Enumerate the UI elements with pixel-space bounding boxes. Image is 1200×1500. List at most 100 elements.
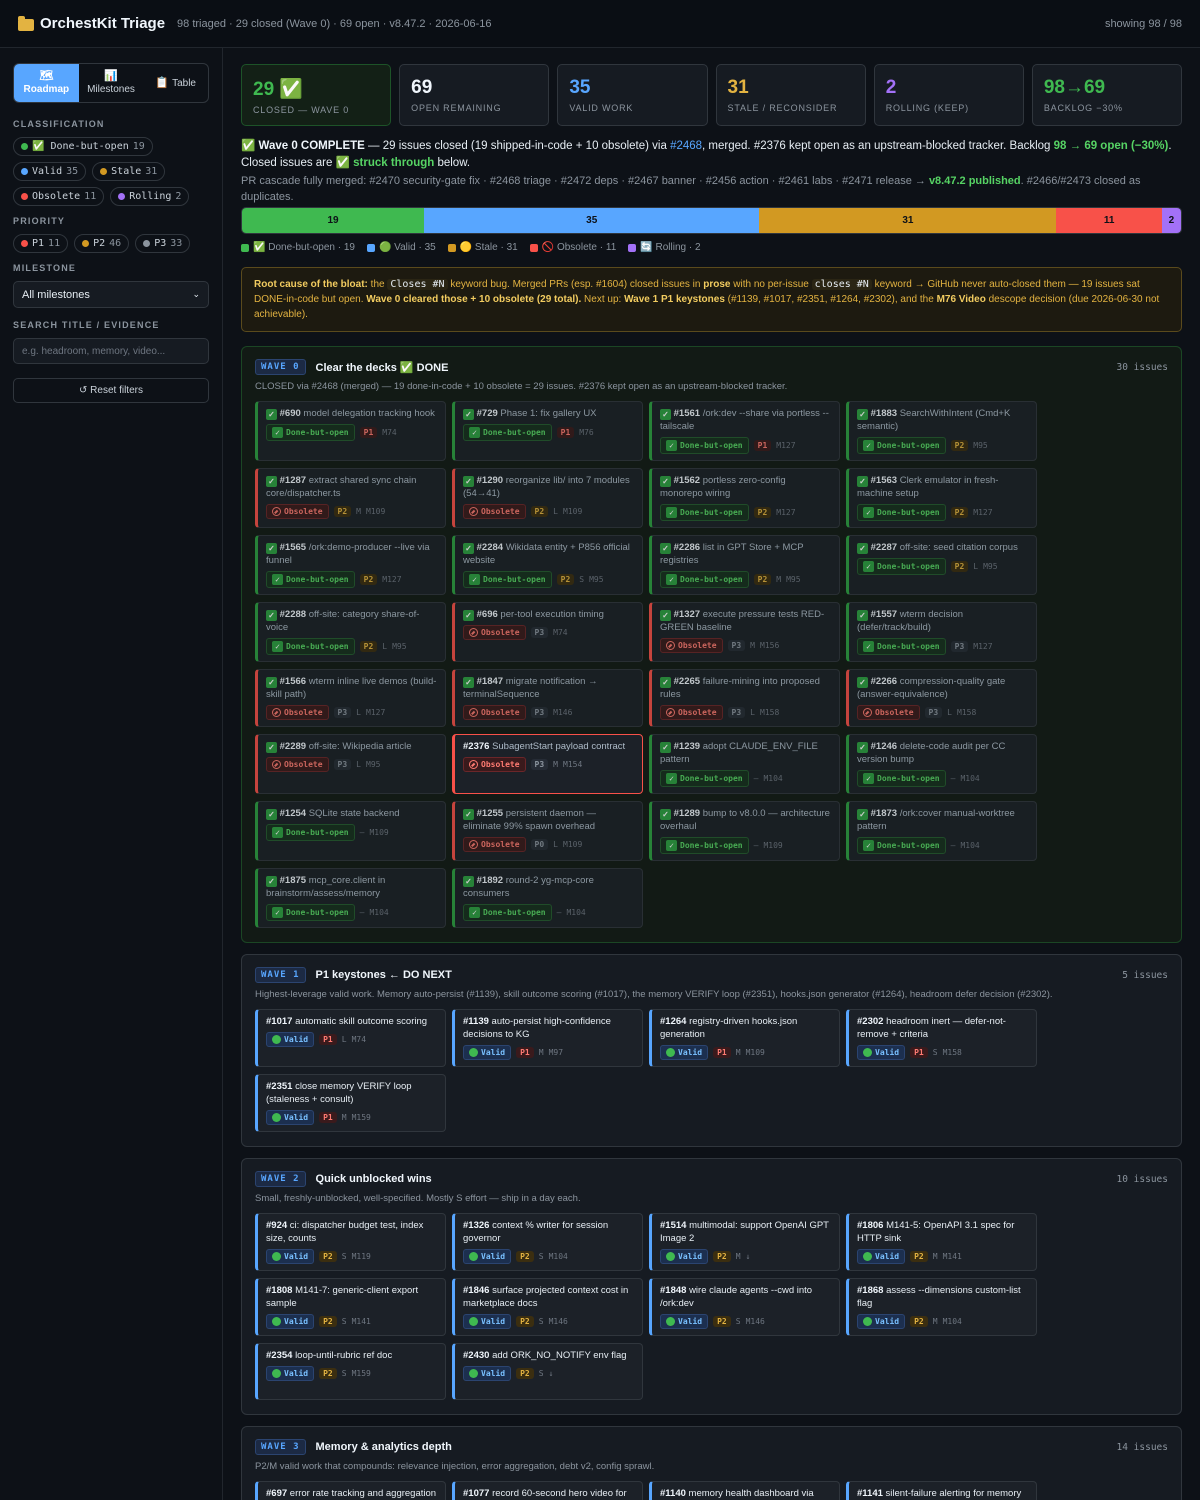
issue-card[interactable]: ✓ #1289 bump to v8.0.0 — architecture ov…: [649, 801, 840, 861]
issue-card[interactable]: ✓ #1254 SQLite state backend ✓ Done-but-op…: [255, 801, 446, 861]
issue-card[interactable]: ✓ #1561 /ork:dev --share via portless --…: [649, 401, 840, 461]
issue-meta: ✓ Done-but-open P2 M127: [660, 504, 831, 521]
showing-count: showing 98 / 98: [1104, 17, 1182, 30]
issue-meta: Obsolete P3 M M156: [660, 638, 831, 653]
issue-card[interactable]: ✓ #1566 wterm inline live demos (build-s…: [255, 669, 446, 727]
issue-card[interactable]: ✓ #2287 off-site: seed citation corpus ✓ D…: [846, 535, 1037, 595]
issue-meta: Valid P2 M M104: [857, 1314, 1028, 1329]
classification-chip[interactable]: ✅ Done-but-open 19: [13, 137, 153, 156]
issue-card[interactable]: ✓ #2265 failure-mining into proposed rul…: [649, 669, 840, 727]
issue-card[interactable]: #2430 add ORK_NO_NOTIFY env flag Valid P2 S…: [452, 1343, 643, 1400]
issue-card[interactable]: ✓ #2266 compression-quality gate (answer…: [846, 669, 1037, 727]
issue-card[interactable]: ✓ #2289 off-site: Wikipedia article Obsol…: [255, 734, 446, 794]
issue-cards: #697 error rate tracking and aggregation…: [255, 1481, 1168, 1500]
milestone-select[interactable]: All milestones ⌄: [13, 281, 209, 308]
distribution-legend: ✅ Done-but-open · 19 🟢 Valid · 35 🟡 Stale …: [241, 242, 1182, 253]
milestone-label: M74: [553, 628, 568, 637]
classification-chip[interactable]: Obsolete 11: [13, 187, 105, 206]
issue-card[interactable]: ✓ #696 per-tool execution timing Obsolete…: [452, 602, 643, 662]
status-badge: Valid: [266, 1314, 315, 1329]
issue-card[interactable]: #2302 headroom inert — defer-not-remove …: [846, 1009, 1037, 1067]
issue-card[interactable]: #697 error rate tracking and aggregation…: [255, 1481, 446, 1500]
issue-card[interactable]: ✓ #2288 off-site: category share-of-voic…: [255, 602, 446, 662]
issue-card[interactable]: #1141 silent-failure alerting for memory…: [846, 1481, 1037, 1500]
issue-card[interactable]: #1514 multimodal: support OpenAI GPT Ima…: [649, 1213, 840, 1271]
issue-meta: Valid P2 S ↓: [463, 1366, 634, 1381]
classification-chip[interactable]: Rolling 2: [110, 187, 190, 206]
issue-card[interactable]: #1264 registry-driven hooks.json generat…: [649, 1009, 840, 1067]
issue-card[interactable]: ✓ #1287 extract shared sync chain core/d…: [255, 468, 446, 528]
issue-card[interactable]: #1017 automatic skill outcome scoring Val…: [255, 1009, 446, 1067]
milestone-label: M109: [745, 1048, 765, 1057]
milestone-label: M127: [973, 508, 993, 517]
issue-card[interactable]: ✓ #1557 wterm decision (defer/track/buil…: [846, 602, 1037, 662]
issue-number: #1565: [279, 542, 307, 553]
priority-chip[interactable]: P1 11: [13, 234, 69, 253]
issue-card[interactable]: ✓ #690 model delegation tracking hook ✓ Do…: [255, 401, 446, 461]
issue-card[interactable]: ✓ #1892 round-2 yg-mcp-core consumers ✓ Do…: [452, 868, 643, 928]
status-label: Obsolete: [678, 641, 717, 650]
priority-badge: P2: [319, 1316, 337, 1327]
issue-title: ✓ #1883 SearchWithIntent (Cmd+K semantic…: [857, 407, 1028, 433]
issue-card[interactable]: #1848 wire claude agents --cwd into /ork…: [649, 1278, 840, 1336]
issue-card[interactable]: ✓ #1562 portless zero-config monorepo wi…: [649, 468, 840, 528]
issue-meta: Obsolete P3 L M158: [660, 705, 831, 720]
issue-card[interactable]: ✓ #729 Phase 1: fix gallery UX ✓ Done-but-…: [452, 401, 643, 461]
issue-card[interactable]: ✓ #1239 adopt CLAUDE_ENV_FILE pattern ✓ Do…: [649, 734, 840, 794]
issue-card[interactable]: ✓ #1565 /ork:demo-producer --live via fu…: [255, 535, 446, 595]
size-label: M: [356, 507, 361, 516]
issue-card[interactable]: ✓ #1873 /ork:cover manual-worktree patte…: [846, 801, 1037, 861]
reset-filters-button[interactable]: ↺ Reset filters: [13, 378, 209, 403]
issue-cards: ✓ #690 model delegation tracking hook ✓ Do…: [255, 401, 1168, 928]
issue-meta: Valid P1 L M74: [266, 1032, 437, 1047]
issue-card[interactable]: ✓ #1563 Clerk emulator in fresh-machine …: [846, 468, 1037, 528]
issue-card[interactable]: ✓ #1246 delete-code audit per CC version…: [846, 734, 1037, 794]
issue-meta: Valid P2 M ↓: [660, 1249, 831, 1264]
issue-card[interactable]: ✓ #1875 mcp_core.client in brainstorm/as…: [255, 868, 446, 928]
issue-card[interactable]: ✓ #1847 migrate notification → terminalS…: [452, 669, 643, 727]
green-circle-icon: [469, 1317, 478, 1326]
milestone-heading: MILESTONE: [13, 263, 77, 273]
issue-card[interactable]: ✓ #2286 list in GPT Store + MCP registri…: [649, 535, 840, 595]
check-icon: ✓: [272, 827, 283, 838]
issue-card[interactable]: #2351 close memory VERIFY loop (stalenes…: [255, 1074, 446, 1132]
classification-chip[interactable]: Valid 35: [13, 162, 87, 181]
milestone-label: M159: [351, 1369, 371, 1378]
issue-card[interactable]: #1140 memory health dashboard via /ork:m…: [649, 1481, 840, 1500]
issue-title: ✓ #1562 portless zero-config monorepo wi…: [660, 474, 831, 500]
issue-card[interactable]: #1077 record 60-second hero video for ho…: [452, 1481, 643, 1500]
issue-number: #1848: [660, 1285, 687, 1296]
issue-title: ✓ #1892 round-2 yg-mcp-core consumers: [463, 874, 634, 900]
tab-table[interactable]: 📋 Table: [143, 64, 208, 102]
issue-title: #1077 record 60-second hero video for ho…: [463, 1487, 634, 1500]
issue-card[interactable]: #1326 context % writer for session gover…: [452, 1213, 643, 1271]
tab-roadmap[interactable]: 🗺 Roadmap: [14, 64, 79, 102]
search-input[interactable]: e.g. headroom, memory, video...: [13, 338, 209, 364]
milestone-label: M159: [351, 1113, 371, 1122]
priority-chip[interactable]: P2 46: [74, 234, 130, 253]
issue-card[interactable]: ✓ #2284 Wikidata entity + P856 official …: [452, 535, 643, 595]
issue-number: #2354: [266, 1350, 293, 1361]
issue-card[interactable]: #1868 assess --dimensions custom-list fl…: [846, 1278, 1037, 1336]
wave-title: Memory & analytics depth: [315, 1441, 452, 1453]
issue-card[interactable]: #1806 M141-5: OpenAPI 3.1 spec for HTTP …: [846, 1213, 1037, 1271]
pr-link[interactable]: #2468: [670, 140, 702, 152]
issue-card[interactable]: #2354 loop-until-rubric ref doc Valid P2 S M…: [255, 1343, 446, 1400]
issue-card[interactable]: #1808 M141-7: generic-client export samp…: [255, 1278, 446, 1336]
milestone-label: M141: [351, 1317, 371, 1326]
issue-card[interactable]: ✓ #1255 persistent daemon — eliminate 99…: [452, 801, 643, 861]
issue-card[interactable]: ✓ #1327 execute pressure tests RED-GREEN…: [649, 602, 840, 662]
issue-card[interactable]: #924 ci: dispatcher budget test, index s…: [255, 1213, 446, 1271]
tab-milestones[interactable]: 📊 Milestones: [79, 64, 144, 102]
priority-chip[interactable]: P3 33: [135, 234, 191, 253]
issue-card[interactable]: #1139 auto-persist high-confidence decis…: [452, 1009, 643, 1067]
issue-title: #1017 automatic skill outcome scoring: [266, 1015, 437, 1028]
issue-card[interactable]: #1846 surface projected context cost in …: [452, 1278, 643, 1336]
classification-chip[interactable]: Stale 31: [92, 162, 166, 181]
issue-card[interactable]: ✓ #1883 SearchWithIntent (Cmd+K semantic…: [846, 401, 1037, 461]
status-badge: Obsolete: [266, 757, 329, 772]
issue-card[interactable]: ✓ #1290 reorganize lib/ into 7 modules (…: [452, 468, 643, 528]
issue-meta: ✓ Done-but-open — M104: [660, 770, 831, 787]
issue-card[interactable]: #2376 SubagentStart payload contract Obso…: [452, 734, 643, 794]
issue-title: ✓ #1565 /ork:demo-producer --live via fu…: [266, 541, 437, 567]
